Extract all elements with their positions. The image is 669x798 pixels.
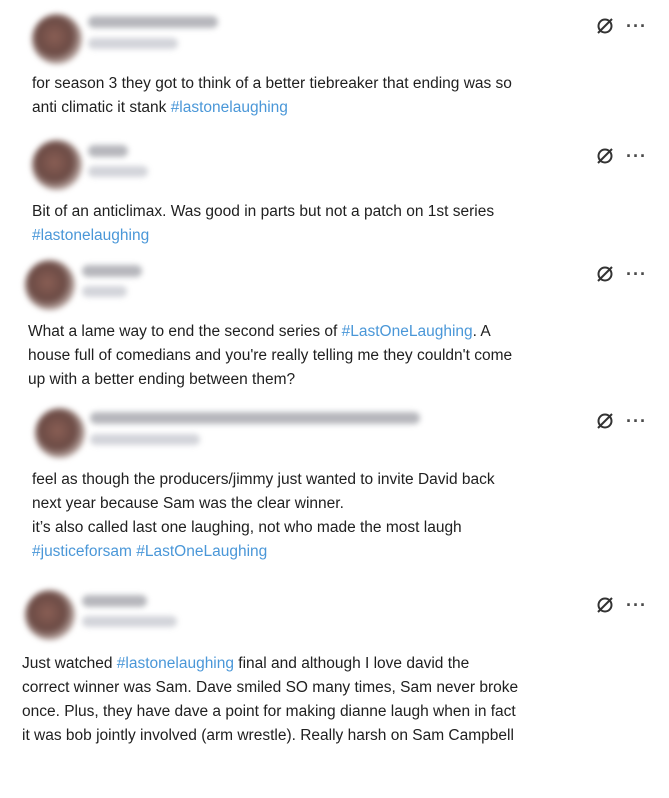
more-dots-icon[interactable]: ···: [626, 147, 647, 165]
tweet-line: anti climatic it stank #lastonelaughing: [32, 96, 512, 120]
blurred-handle: [90, 434, 200, 445]
blurred-handle: [88, 166, 148, 177]
blurred-display-name: [82, 265, 142, 277]
tweet-text-segment: Just watched: [22, 655, 117, 672]
avatar[interactable]: [25, 260, 75, 310]
tweet-text-segment: it’s also called last one laughing, not …: [32, 519, 462, 536]
tweet-1: ··· for season 3 they got to think of a …: [0, 0, 669, 140]
tweet-text: Bit of an anticlimax. Was good in parts …: [32, 200, 494, 248]
slashed-circle-icon[interactable]: [594, 263, 616, 285]
tweet-line: up with a better ending between them?: [28, 368, 512, 392]
tweet-5: ··· Just watched #lastonelaughing final …: [0, 580, 669, 798]
more-dots-icon[interactable]: ···: [626, 412, 647, 430]
avatar[interactable]: [32, 140, 82, 190]
tweet-line: it’s also called last one laughing, not …: [32, 516, 495, 540]
blurred-display-name: [88, 16, 218, 28]
tweet-text-segment: anti climatic it stank: [32, 99, 171, 116]
slashed-circle-icon[interactable]: [594, 594, 616, 616]
slashed-circle-icon[interactable]: [594, 410, 616, 432]
tweet-line: for season 3 they got to think of a bett…: [32, 72, 512, 96]
blurred-handle: [88, 38, 178, 49]
tweet-line: Bit of an anticlimax. Was good in parts …: [32, 200, 494, 224]
tweet-4: ··· feel as though the producers/jimmy j…: [0, 400, 669, 580]
slashed-circle-icon[interactable]: [594, 15, 616, 37]
tweet-text-segment: Bit of an anticlimax. Was good in parts …: [32, 203, 495, 220]
tweet-text: feel as though the producers/jimmy just …: [32, 468, 495, 564]
hashtag-link[interactable]: #lastonelaughing: [32, 227, 149, 244]
tweet-text-segment: What a lame way to end the second series…: [28, 323, 342, 340]
tweet-text: for season 3 they got to think of a bett…: [32, 72, 512, 120]
tweet-3: ··· What a lame way to end the second se…: [0, 260, 669, 400]
tweet-text-segment: next year because Sam was the clear winn…: [32, 495, 344, 512]
tweet-line: Just watched #lastonelaughing final and …: [22, 652, 518, 676]
tweet-text: What a lame way to end the second series…: [28, 320, 512, 392]
blurred-display-name: [82, 595, 147, 607]
tweet-line: correct winner was Sam. Dave smiled SO m…: [22, 676, 518, 700]
tweet-text-segment: correct winner was Sam. Dave smiled SO m…: [22, 679, 519, 696]
more-dots-icon[interactable]: ···: [626, 265, 647, 283]
tweet-text-segment: once. Plus, they have dave a point for m…: [22, 703, 516, 720]
tweet-text-segment: feel as though the producers/jimmy just …: [32, 471, 495, 488]
tweet-line: What a lame way to end the second series…: [28, 320, 512, 344]
tweet-line: feel as though the producers/jimmy just …: [32, 468, 495, 492]
hashtag-link[interactable]: #justiceforsam: [32, 543, 132, 560]
tweet-text-segment: for season 3 they got to think of a bett…: [32, 75, 512, 92]
tweet-line: #lastonelaughing: [32, 224, 494, 248]
tweet-line: next year because Sam was the clear winn…: [32, 492, 495, 516]
more-dots-icon[interactable]: ···: [626, 596, 647, 614]
tweet-text: Just watched #lastonelaughing final and …: [22, 652, 518, 748]
tweet-line: house full of comedians and you're reall…: [28, 344, 512, 368]
hashtag-link[interactable]: #lastonelaughing: [171, 99, 288, 116]
tweet-text-segment: up with a better ending between them?: [28, 371, 296, 388]
tweet-text-segment: . A: [472, 323, 491, 340]
tweet-text-segment: house full of comedians and you're reall…: [28, 347, 513, 364]
blurred-display-name: [88, 145, 128, 157]
avatar[interactable]: [35, 408, 85, 458]
hashtag-link[interactable]: #lastonelaughing: [117, 655, 234, 672]
avatar[interactable]: [32, 14, 82, 64]
tweet-2: ··· Bit of an anticlimax. Was good in pa…: [0, 140, 669, 260]
more-dots-icon[interactable]: ···: [626, 17, 647, 35]
slashed-circle-icon[interactable]: [594, 145, 616, 167]
blurred-handle: [82, 286, 127, 297]
blurred-handle: [82, 616, 177, 627]
tweet-text-segment: it was bob jointly involved (arm wrestle…: [22, 727, 514, 744]
hashtag-link[interactable]: #LastOneLaughing: [342, 323, 473, 340]
hashtag-link[interactable]: #LastOneLaughing: [136, 543, 267, 560]
tweet-line: #justiceforsam #LastOneLaughing: [32, 540, 495, 564]
tweet-line: once. Plus, they have dave a point for m…: [22, 700, 518, 724]
avatar[interactable]: [25, 590, 75, 640]
tweet-line: it was bob jointly involved (arm wrestle…: [22, 724, 518, 748]
tweet-text-segment: final and although I love david the: [234, 655, 470, 672]
blurred-display-name: [90, 412, 420, 424]
